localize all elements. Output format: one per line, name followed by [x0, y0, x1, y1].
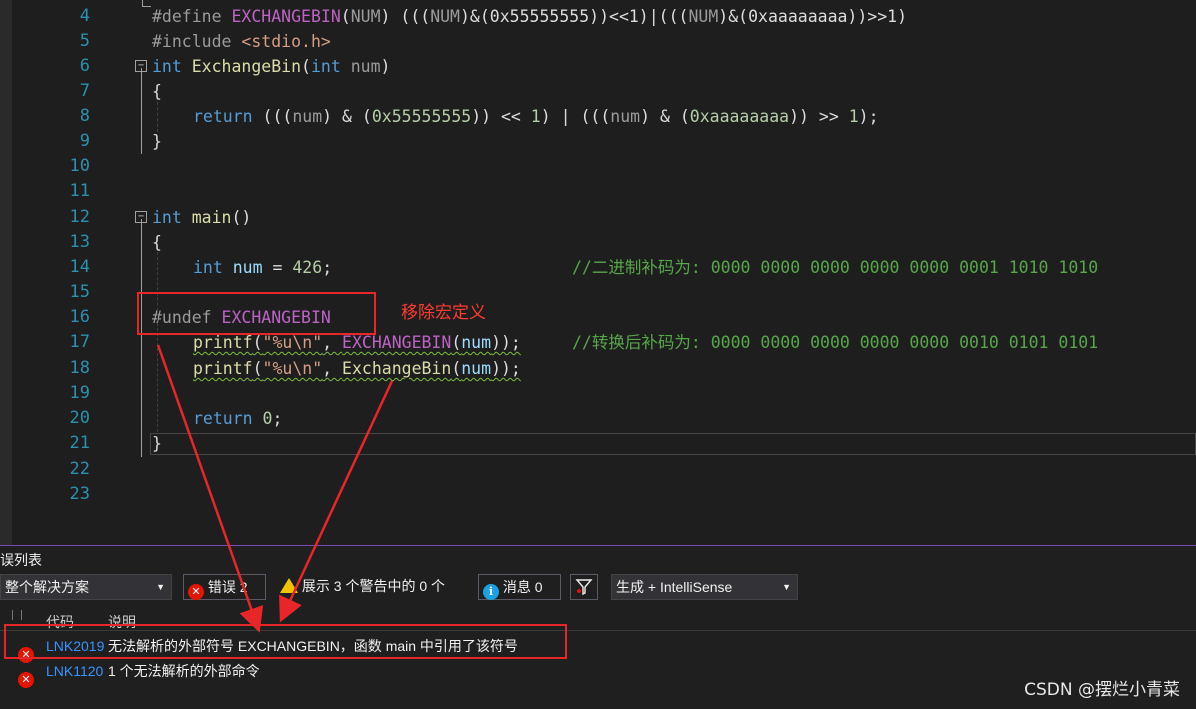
printf-call-function: printf("%u\n", ExchangeBin(num));	[193, 359, 521, 378]
line-number: 7	[79, 81, 90, 101]
brace: {	[152, 82, 162, 101]
code-comment: //转换后补码为: 0000 0000 0000 0000 0000 0010 …	[572, 333, 1099, 352]
code-line-20[interactable]: 20 return 0;	[0, 406, 1196, 431]
line-number: 14	[69, 257, 90, 277]
filter-button[interactable]	[570, 574, 598, 600]
line-number: 11	[69, 181, 90, 201]
fold-guide	[141, 68, 142, 154]
return-statement: return (((num) & (0x55555555)) << 1) | (…	[193, 107, 879, 126]
warning-icon	[280, 578, 298, 593]
code-comment: //二进制补码为: 0000 0000 0000 0000 0000 0001 …	[572, 258, 1099, 277]
messages-filter-button[interactable]: i 消息 0	[478, 574, 561, 600]
code-line-14[interactable]: 14 int num = 426; //二进制补码为: 0000 0000 00…	[0, 255, 1196, 280]
messages-filter-label: 消息 0	[502, 579, 543, 595]
watermark: CSDN @摆烂小青菜	[1024, 680, 1180, 700]
warnings-filter-label: 展示 3 个警告中的 0 个	[301, 578, 446, 594]
line-number: 4	[79, 6, 90, 26]
scope-select-value: 整个解决方案	[5, 579, 89, 595]
line-number: 8	[79, 106, 90, 126]
line-number: 5	[79, 31, 90, 51]
declaration: int num = 426;	[193, 258, 333, 277]
chevron-down-icon: ▼	[782, 582, 791, 592]
line-number: 9	[79, 131, 90, 151]
line-number: 21	[69, 433, 90, 453]
code-line-11[interactable]: 11	[0, 179, 1196, 204]
code-line-21[interactable]: 21 }	[0, 431, 1196, 456]
return-statement: return 0;	[193, 409, 283, 428]
chevron-down-icon: ▼	[156, 582, 165, 592]
line-number: 23	[69, 484, 90, 504]
brace: }	[152, 132, 162, 151]
include-directive: #include <stdio.h>	[152, 32, 331, 51]
code-line-12[interactable]: 12 − int main()	[0, 205, 1196, 230]
filter-icon	[575, 579, 593, 596]
line-number: 20	[69, 408, 90, 428]
errors-filter-button[interactable]: ✕ 错误 2	[183, 574, 266, 600]
fold-guide	[141, 219, 142, 457]
column-resize-handle[interactable]	[12, 610, 22, 620]
code-line-4[interactable]: 4 #define EXCHANGEBIN(NUM) (((NUM)&(0x55…	[0, 4, 1196, 29]
code-line-6[interactable]: 6 − int ExchangeBin(int num)	[0, 54, 1196, 79]
code-line-5[interactable]: 5 #include <stdio.h>	[0, 29, 1196, 54]
code-line-7[interactable]: 7 {	[0, 79, 1196, 104]
code-line-23[interactable]: 23	[0, 482, 1196, 507]
code-editor[interactable]: 4 #define EXCHANGEBIN(NUM) (((NUM)&(0x55…	[0, 0, 1196, 545]
line-number: 13	[69, 232, 90, 252]
define-directive: #define EXCHANGEBIN(NUM) (((NUM)&(0x5555…	[152, 7, 908, 26]
code-line-19[interactable]: 19	[0, 381, 1196, 406]
line-number: 17	[69, 332, 90, 352]
error-code[interactable]: LNK1120	[46, 659, 108, 683]
indent-guide	[157, 102, 158, 132]
build-source-value: 生成 + IntelliSense	[616, 579, 733, 595]
panel-title: 误列表	[0, 552, 42, 568]
error-list-panel: 误列表 整个解决方案 ▼ ✕ 错误 2 展示 3 个警告中的 0 个 i 消息 …	[0, 545, 1196, 709]
warnings-filter-button[interactable]: 展示 3 个警告中的 0 个	[278, 574, 468, 600]
brace: }	[152, 434, 162, 453]
info-icon: i	[483, 584, 499, 600]
line-number: 12	[69, 207, 90, 227]
errors-filter-label: 错误 2	[207, 579, 248, 595]
error-icon: ✕	[18, 672, 34, 688]
line-number: 6	[79, 56, 90, 76]
scope-select[interactable]: 整个解决方案 ▼	[0, 574, 172, 600]
error-icon: ✕	[188, 584, 204, 600]
build-source-select[interactable]: 生成 + IntelliSense ▼	[611, 574, 798, 600]
annotation-label: 移除宏定义	[401, 303, 486, 323]
code-line-8[interactable]: 8 return (((num) & (0x55555555)) << 1) |…	[0, 104, 1196, 129]
main-signature: int main()	[152, 208, 252, 227]
function-signature: int ExchangeBin(int num)	[152, 57, 391, 76]
code-line-18[interactable]: 18 printf("%u\n", ExchangeBin(num));	[0, 356, 1196, 381]
line-number: 10	[69, 156, 90, 176]
code-line-10[interactable]: 10	[0, 154, 1196, 179]
indent-guide	[157, 252, 158, 432]
highlight-box-undef	[137, 292, 376, 335]
line-number: 16	[69, 307, 90, 327]
code-line-13[interactable]: 13 {	[0, 230, 1196, 255]
code-line-22[interactable]: 22	[0, 457, 1196, 482]
line-number: 19	[69, 383, 90, 403]
line-number: 22	[69, 459, 90, 479]
code-line-9[interactable]: 9 }	[0, 129, 1196, 154]
highlight-box-error	[4, 624, 567, 659]
line-number: 18	[69, 358, 90, 378]
error-description: 1 个无法解析的外部命令	[108, 663, 260, 679]
line-number: 15	[69, 282, 90, 302]
error-row[interactable]: ✕ LNK1120 1 个无法解析的外部命令	[0, 659, 1196, 688]
